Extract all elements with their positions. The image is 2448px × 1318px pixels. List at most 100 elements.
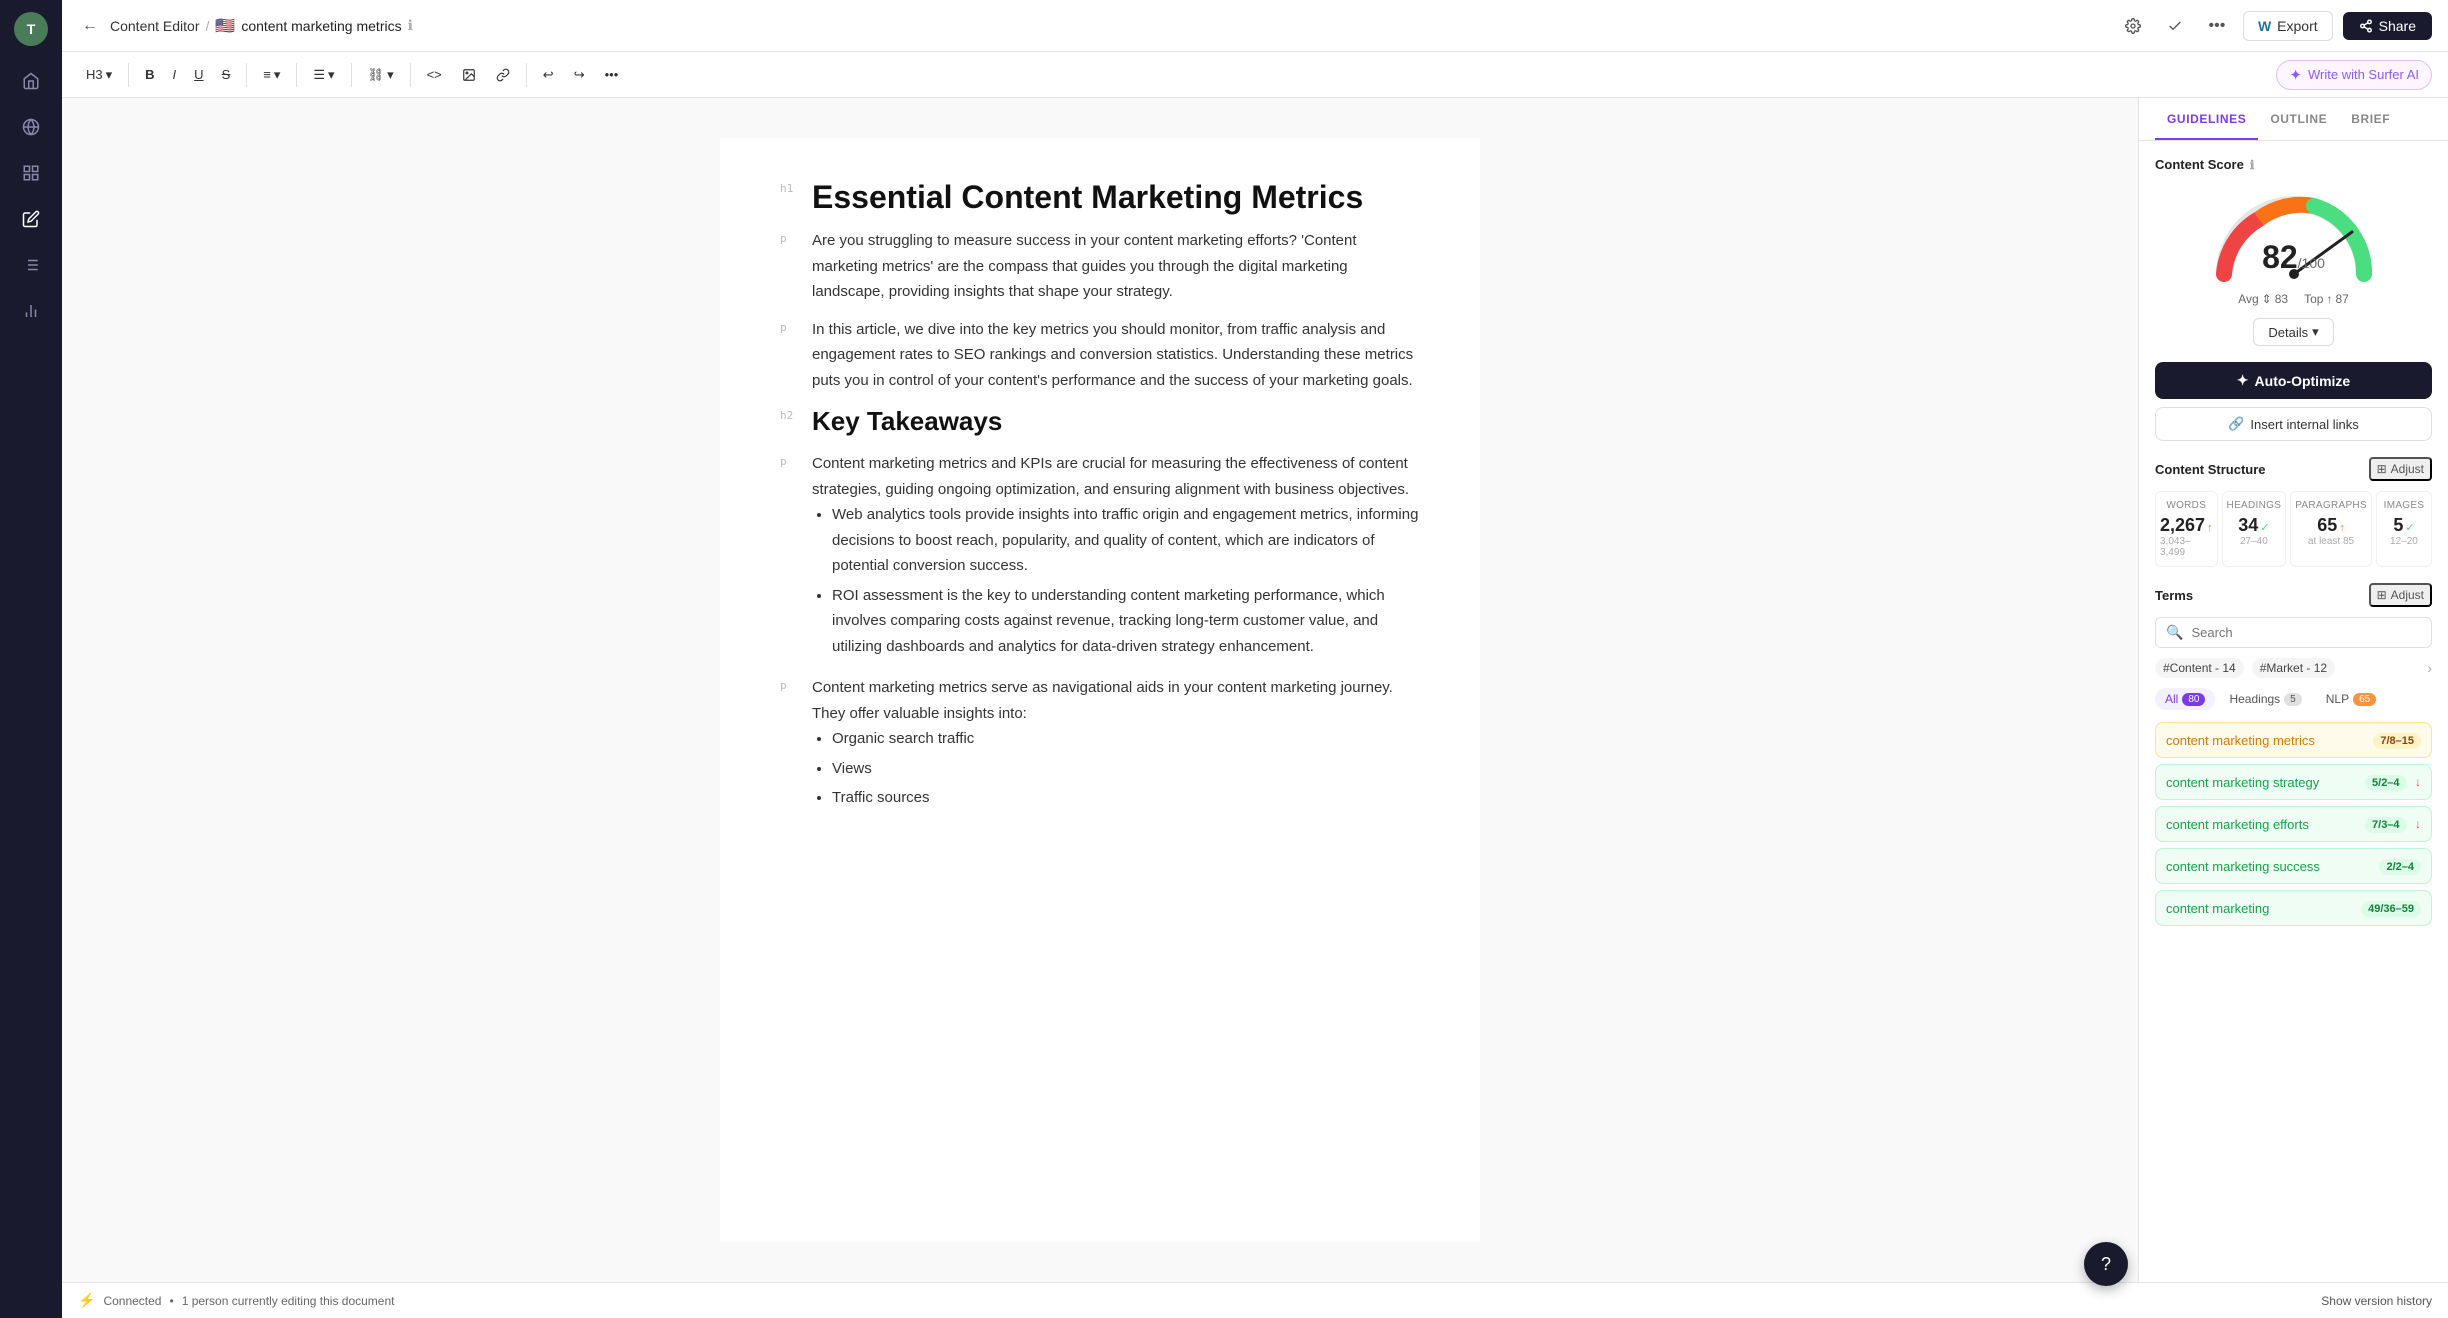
sidebar-item-editor[interactable] [12, 200, 50, 238]
url-button[interactable] [488, 60, 518, 90]
doc-title[interactable]: Essential Content Marketing Metrics [812, 178, 1420, 216]
structure-adjust-button[interactable]: ⊞ Adjust [2369, 457, 2432, 481]
list-button[interactable]: ☰ ▾ [305, 60, 342, 90]
align-button[interactable]: ≡ ▾ [255, 60, 288, 90]
redo-button[interactable]: ↪ [566, 60, 593, 90]
tab-guidelines[interactable]: GUIDELINES [2155, 98, 2258, 140]
p-tag-3: p [780, 451, 800, 468]
write-ai-button[interactable]: ✦ Write with Surfer AI [2276, 60, 2432, 90]
insert-links-label: Insert internal links [2250, 417, 2358, 432]
back-button[interactable]: ← [78, 13, 102, 39]
score-section: Content Score ℹ [2155, 157, 2432, 346]
paragraphs-value-row: 65 ↑ [2317, 515, 2345, 536]
para-2-content[interactable]: In this article, we dive into the key me… [812, 317, 1420, 394]
content-editor-link[interactable]: Content Editor [110, 18, 200, 34]
settings-button[interactable] [2117, 10, 2149, 42]
sidebar-item-globe[interactable] [12, 108, 50, 146]
help-icon: ? [2101, 1254, 2111, 1275]
tag-content[interactable]: #Content - 14 [2155, 658, 2244, 678]
key-para-content[interactable]: Content marketing metrics and KPIs are c… [812, 451, 1420, 663]
content-para-text[interactable]: Content marketing metrics serve as navig… [812, 675, 1420, 726]
term-arrow-2: ↓ [2415, 775, 2421, 789]
insert-links-button[interactable]: 🔗 Insert internal links [2155, 407, 2432, 441]
para-1-text[interactable]: Are you struggling to measure success in… [812, 228, 1420, 305]
more-toolbar-button[interactable]: ••• [597, 60, 627, 90]
term-item-3[interactable]: content marketing efforts 7/3–4 ↓ [2155, 806, 2432, 842]
undo-button[interactable]: ↩ [535, 60, 562, 90]
terms-tab-nlp[interactable]: NLP 65 [2316, 688, 2386, 710]
paragraphs-label: PARAGRAPHS [2295, 500, 2367, 511]
terms-adjust-button[interactable]: ⊞ Adjust [2369, 583, 2432, 607]
h2-tag: h2 [780, 405, 800, 422]
bold-button[interactable]: B [137, 60, 162, 90]
align-group: ≡ ▾ [255, 60, 288, 90]
italic-button[interactable]: I [165, 60, 185, 90]
nlp-tab-label: NLP [2326, 692, 2349, 706]
export-button[interactable]: W Export [2243, 11, 2333, 41]
title-content[interactable]: Essential Content Marketing Metrics [812, 178, 1420, 216]
term-item-2[interactable]: content marketing strategy 5/2–4 ↓ [2155, 764, 2432, 800]
avg-value: 83 [2275, 292, 2288, 306]
tag-row: #Content - 14 #Market - 12 › [2155, 658, 2432, 678]
term-name-3: content marketing efforts [2166, 817, 2309, 832]
terms-tabs: All 80 Headings 5 NLP 65 [2155, 688, 2432, 710]
connected-icon: ⚡ [78, 1292, 95, 1309]
sidebar-item-list[interactable] [12, 246, 50, 284]
score-info-icon[interactable]: ℹ [2250, 158, 2255, 172]
fab-help-button[interactable]: ? [2084, 1242, 2128, 1286]
more-options-button[interactable]: ••• [2201, 10, 2233, 42]
terms-search-input[interactable] [2191, 625, 2421, 640]
export-label: Export [2277, 18, 2317, 34]
h2-content[interactable]: Key Takeaways [812, 405, 1420, 439]
term-item-4[interactable]: content marketing success 2/2–4 [2155, 848, 2432, 884]
term-name-2: content marketing strategy [2166, 775, 2319, 790]
user-avatar[interactable]: T [14, 12, 48, 46]
terms-tab-headings[interactable]: Headings 5 [2219, 688, 2311, 710]
chevron-down-icon: ▾ [106, 67, 113, 83]
term-item-5[interactable]: content marketing 49/36–59 [2155, 890, 2432, 926]
tab-outline[interactable]: OUTLINE [2258, 98, 2339, 140]
bullet-2-3: Traffic sources [832, 785, 1420, 811]
info-icon[interactable]: ℹ [408, 17, 413, 34]
key-para-text[interactable]: Content marketing metrics and KPIs are c… [812, 451, 1420, 502]
check-button[interactable] [2159, 10, 2191, 42]
heading-selector[interactable]: H3 ▾ [78, 60, 120, 90]
gauge-number: 82/100 [2262, 239, 2325, 276]
image-button[interactable] [454, 60, 484, 90]
editor-container[interactable]: h1 Essential Content Marketing Metrics p… [62, 98, 2138, 1282]
sidebar-item-analytics[interactable] [12, 292, 50, 330]
sidebar-item-grid[interactable] [12, 154, 50, 192]
link-button[interactable]: ⛓ ▾ [360, 60, 402, 90]
sidebar-item-home[interactable] [12, 62, 50, 100]
code-icon: <> [427, 67, 442, 82]
doc-h2[interactable]: Key Takeaways [812, 405, 1420, 439]
auto-optimize-button[interactable]: ✦ Auto-Optimize [2155, 362, 2432, 399]
para-2-text[interactable]: In this article, we dive into the key me… [812, 317, 1420, 394]
term-badge-value-1: 7/8–15 [2373, 733, 2421, 749]
strikethrough-button[interactable]: S [214, 60, 239, 90]
details-button[interactable]: Details ▾ [2253, 318, 2333, 346]
term-badge-value-4: 2/2–4 [2379, 859, 2421, 875]
para-1-content[interactable]: Are you struggling to measure success in… [812, 228, 1420, 305]
structure-grid: WORDS 2,267 ↑ 3,043–3,499 HEADINGS 34 ✓ [2155, 491, 2432, 567]
code-button[interactable]: <> [419, 60, 450, 90]
show-history-button[interactable]: Show version history [2321, 1294, 2432, 1308]
tag-market[interactable]: #Market - 12 [2252, 658, 2335, 678]
words-value: 2,267 [2160, 515, 2205, 536]
tab-brief[interactable]: BRIEF [2339, 98, 2402, 140]
terms-tab-all[interactable]: All 80 [2155, 688, 2215, 710]
key-para-block: p Content marketing metrics and KPIs are… [780, 451, 1420, 663]
share-button[interactable]: Share [2343, 12, 2432, 40]
struct-images: IMAGES 5 ✓ 12–20 [2376, 491, 2432, 567]
tags-expand-icon[interactable]: › [2427, 660, 2432, 676]
content-para-block: p Content marketing metrics serve as nav… [780, 675, 1420, 815]
gauge-container: 82/100 [2204, 184, 2384, 284]
topbar: ← Content Editor / 🇺🇸 content marketing … [62, 0, 2448, 52]
content-para-content[interactable]: Content marketing metrics serve as navig… [812, 675, 1420, 815]
term-item-1[interactable]: content marketing metrics 7/8–15 [2155, 722, 2432, 758]
heading-label: H3 [86, 67, 103, 82]
adjust-icon: ⊞ [2377, 462, 2387, 476]
underline-button[interactable]: U [186, 60, 211, 90]
score-value: 82 [2262, 239, 2298, 275]
term-badge-2: 5/2–4 ↓ [2365, 773, 2421, 791]
